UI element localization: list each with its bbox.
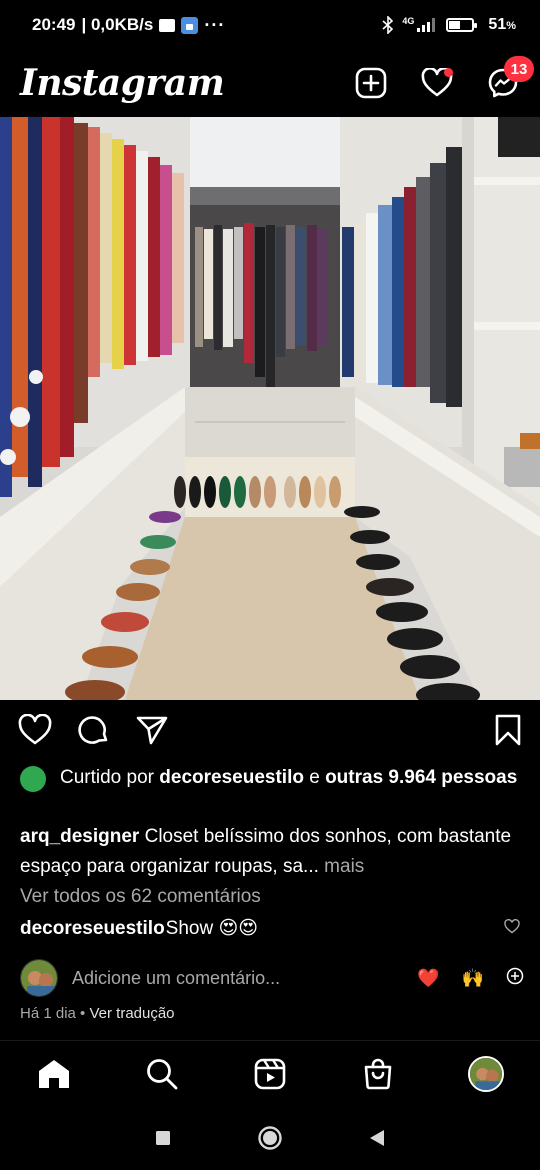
- activity-dot: [444, 68, 453, 77]
- status-time: 20:49: [32, 15, 76, 34]
- share-button[interactable]: [136, 714, 168, 751]
- comment-button[interactable]: [78, 714, 110, 751]
- home-nav-button[interactable]: [257, 1125, 283, 1156]
- messenger-button[interactable]: 13: [486, 56, 534, 100]
- system-nav-bar: [0, 1110, 540, 1170]
- tab-home[interactable]: [24, 1049, 84, 1099]
- add-comment-row: Adicione um comentário... ❤️ 🙌: [20, 958, 524, 998]
- closet-photo: [0, 117, 540, 700]
- message-notification-icon: [159, 18, 176, 32]
- liked-others[interactable]: outras 9.964 pessoas: [325, 767, 517, 788]
- liked-username[interactable]: decoreseuestilo: [159, 767, 304, 788]
- activity-button[interactable]: [420, 66, 454, 100]
- comment-icon: [78, 715, 108, 744]
- tab-shop[interactable]: [348, 1049, 408, 1099]
- caption-more-link[interactable]: mais: [319, 856, 364, 877]
- plus-circle-icon: [506, 967, 524, 984]
- back-button[interactable]: [369, 1129, 385, 1152]
- send-icon: [136, 716, 168, 744]
- shopping-bag-icon: [364, 1058, 392, 1089]
- new-post-button[interactable]: [354, 66, 388, 100]
- post-image[interactable]: [0, 117, 540, 700]
- add-emoji-button[interactable]: [506, 967, 524, 990]
- circle-icon: [258, 1125, 282, 1150]
- author-username[interactable]: arq_designer: [20, 826, 139, 847]
- post-actions: [0, 712, 540, 752]
- square-icon: [156, 1130, 170, 1145]
- bookmark-icon: [495, 714, 521, 745]
- messenger-badge: 13: [504, 56, 534, 82]
- reels-icon: [254, 1058, 286, 1089]
- home-icon: [39, 1059, 69, 1088]
- instagram-logo[interactable]: Instagram: [20, 62, 225, 104]
- tab-reels[interactable]: [240, 1049, 300, 1099]
- comment-row: decoreseuestilo Show 😍😍: [20, 917, 520, 940]
- profile-avatar-icon: [468, 1055, 504, 1092]
- quick-emoji-raised-hands[interactable]: 🙌: [462, 968, 484, 989]
- plus-square-icon: [355, 67, 387, 99]
- back-triangle-icon: [370, 1129, 384, 1146]
- status-bar: 20:49 | 0,0KB/s ··· 4G 51%: [0, 0, 540, 50]
- tab-profile[interactable]: [456, 1049, 516, 1099]
- post-caption: arq_designer Closet belíssimo dos sonhos…: [20, 822, 524, 882]
- liked-by[interactable]: Curtido por decoreseuestilo e outras 9.9…: [20, 765, 520, 792]
- network-type: 4G: [402, 16, 415, 26]
- view-all-comments-link[interactable]: Ver todos os 62 comentários: [20, 886, 261, 908]
- tab-search[interactable]: [132, 1049, 192, 1099]
- post-time: Há 1 dia: [20, 1005, 76, 1022]
- search-icon: [147, 1058, 178, 1089]
- bluetooth-icon: [382, 16, 394, 34]
- comment-text: Show 😍😍: [165, 918, 259, 939]
- comment-username[interactable]: decoreseuestilo: [20, 918, 165, 940]
- vpn-lock-icon: [181, 16, 199, 34]
- recents-button[interactable]: [155, 1130, 171, 1151]
- status-data-speed: | 0,0KB/s: [81, 15, 154, 34]
- add-comment-input[interactable]: Adicione um comentário...: [72, 968, 280, 989]
- my-avatar[interactable]: [20, 959, 58, 997]
- battery-icon: [446, 18, 478, 32]
- heart-small-icon: [504, 918, 520, 933]
- liked-user-avatar[interactable]: [20, 766, 46, 792]
- see-translation-link[interactable]: Ver tradução: [89, 1005, 174, 1022]
- app-header: Instagram 13: [0, 50, 540, 116]
- comment-like-button[interactable]: [504, 918, 520, 940]
- quick-emoji-heart[interactable]: ❤️: [417, 968, 439, 989]
- signal-icon: [417, 18, 436, 32]
- post-meta: Há 1 dia • Ver tradução: [20, 1005, 175, 1022]
- heart-outline-icon: [18, 713, 52, 744]
- more-notifications-icon: ···: [204, 14, 226, 35]
- bottom-tab-bar: [0, 1040, 540, 1106]
- battery-level: 51%: [488, 16, 516, 33]
- save-button[interactable]: [494, 714, 522, 751]
- like-button[interactable]: [18, 713, 52, 751]
